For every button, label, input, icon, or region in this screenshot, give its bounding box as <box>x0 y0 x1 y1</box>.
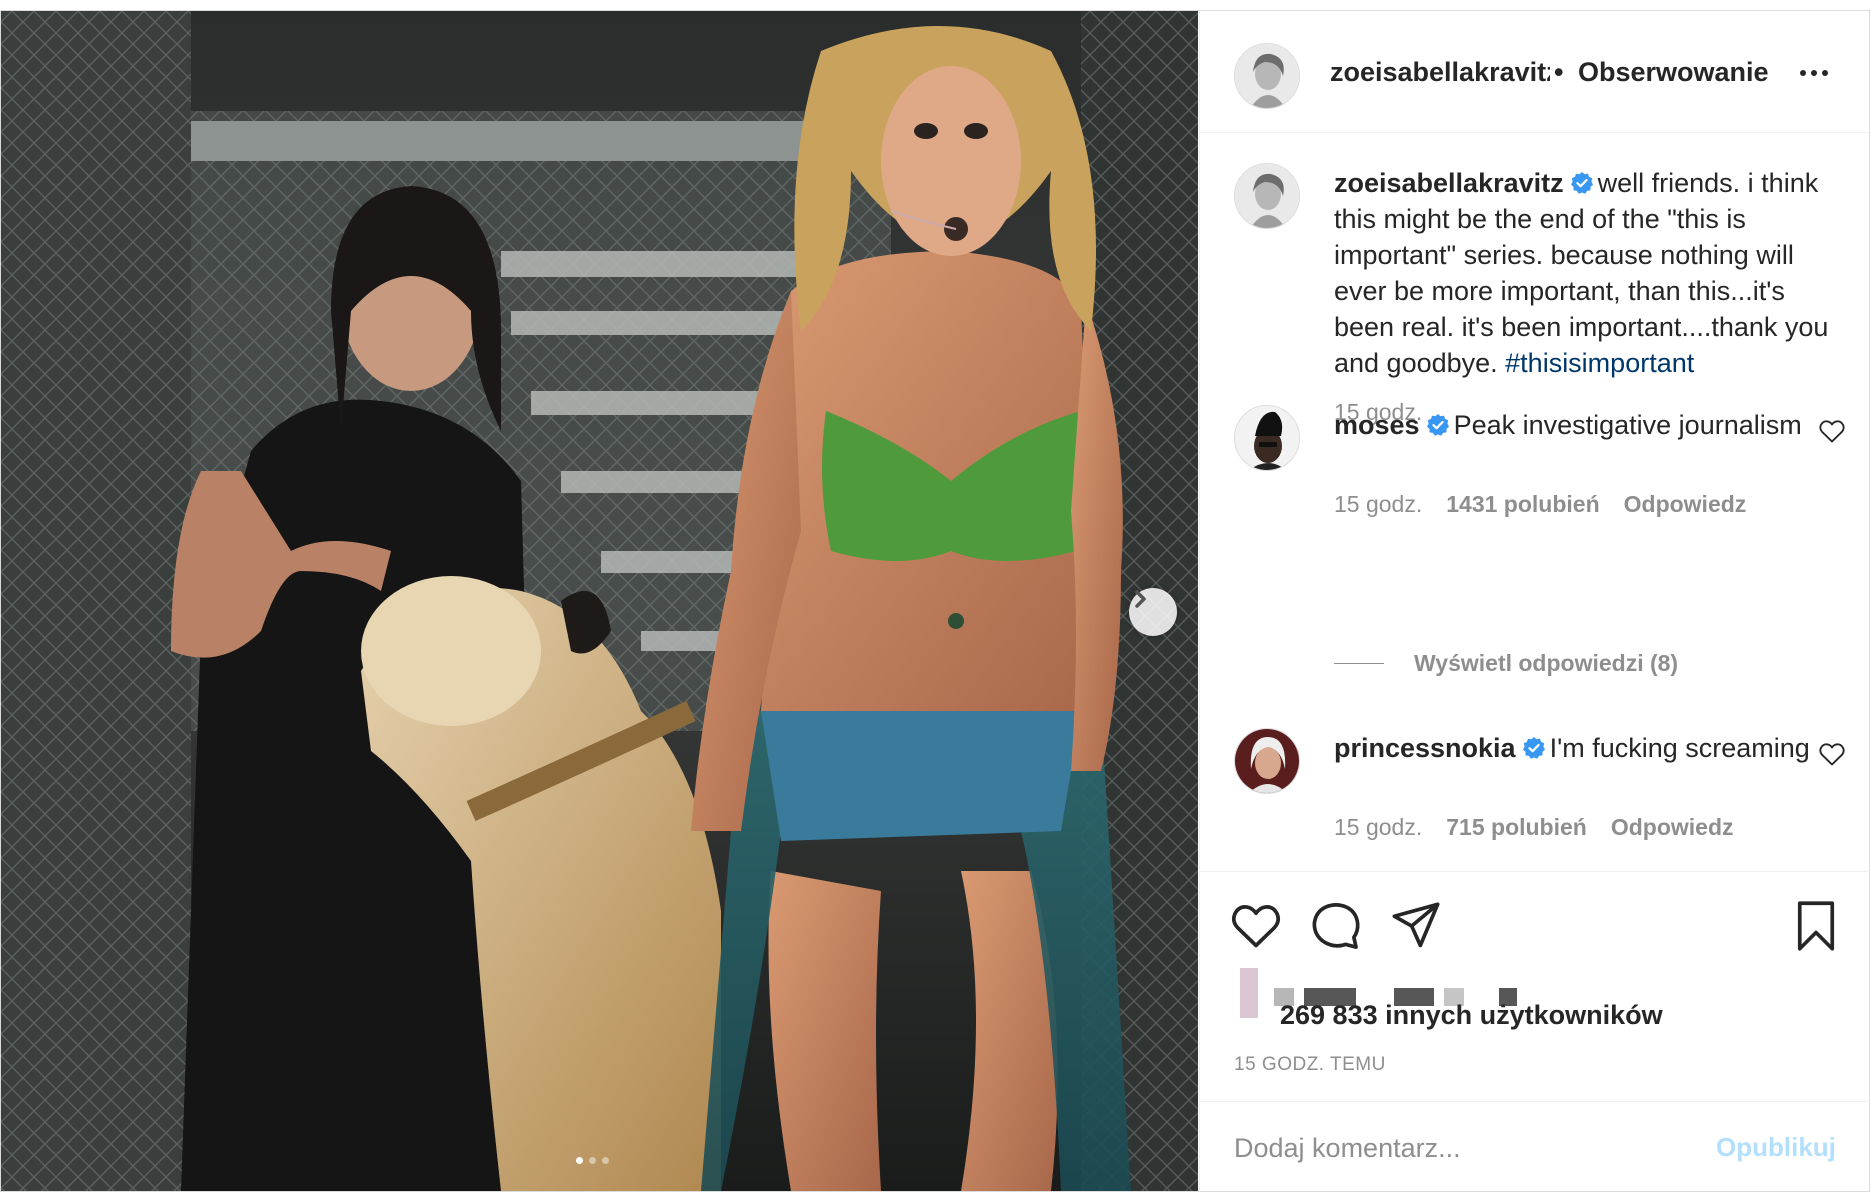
bookmark-icon[interactable] <box>1790 900 1842 952</box>
comment-username[interactable]: moses <box>1334 410 1420 440</box>
carousel-dot <box>602 1157 609 1164</box>
post-header: zoeisabellakravitz • Obserwowanie <box>1200 11 1869 133</box>
publish-button[interactable]: Opublikuj <box>1716 1132 1836 1163</box>
dot-icon <box>1800 70 1806 76</box>
post-window: zoeisabellakravitz • Obserwowanie zoeisa… <box>0 10 1870 1192</box>
view-replies-button[interactable]: Wyświetl odpowiedzi (8) <box>1334 650 1678 677</box>
comment-time[interactable]: 15 godz. <box>1334 814 1422 841</box>
caption-body: zoeisabellakravitz well friends. i think … <box>1334 165 1834 381</box>
share-icon[interactable] <box>1390 900 1442 952</box>
comment-body: princessnokia I'm fucking screaming <box>1334 730 1834 766</box>
post-photo[interactable] <box>1 11 1198 1191</box>
header-separator: • <box>1554 57 1564 87</box>
like-comment-heart-icon[interactable] <box>1818 417 1846 445</box>
blurred-avatar <box>1240 968 1258 1018</box>
avatar[interactable] <box>1234 405 1300 471</box>
dot-icon <box>1822 70 1828 76</box>
post-timestamp: 15 GODZ. TEMU <box>1234 1054 1386 1075</box>
verified-badge-icon <box>1570 172 1593 194</box>
comment-body: moses Peak investigative journalism <box>1334 407 1834 443</box>
comment-likes[interactable]: 1431 polubień <box>1446 491 1599 518</box>
post-side-panel: zoeisabellakravitz • Obserwowanie zoeisa… <box>1199 11 1870 1191</box>
caption-text: well friends. i think this might be the … <box>1334 168 1829 378</box>
following-button[interactable]: Obserwowanie <box>1578 57 1769 88</box>
like-comment-heart-icon[interactable] <box>1818 740 1846 768</box>
comment-text: Peak investigative journalism <box>1453 410 1802 440</box>
comment-icon[interactable] <box>1310 900 1362 952</box>
comment-username[interactable]: princessnokia <box>1334 733 1516 763</box>
chevron-right-icon <box>1135 590 1146 608</box>
carousel-dot <box>589 1157 596 1164</box>
carousel-dot <box>576 1157 583 1164</box>
comments-list: zoeisabellakravitz well friends. i think … <box>1200 133 1870 871</box>
profile-avatar-icon <box>1235 164 1299 228</box>
add-comment-bar: Opublikuj <box>1200 1101 1870 1191</box>
hashtag-link[interactable]: #thisisimportant <box>1505 348 1694 378</box>
comment-likes[interactable]: 715 polubień <box>1446 814 1587 841</box>
comment-time[interactable]: 15 godz. <box>1334 491 1422 518</box>
avatar[interactable] <box>1234 163 1300 229</box>
profile-avatar-icon <box>1235 44 1299 108</box>
post-actions: 269 833 innych użytkowników 15 GODZ. TEM… <box>1200 871 1870 1101</box>
view-replies-label: Wyświetl odpowiedzi (8) <box>1414 650 1679 676</box>
carousel-indicator <box>576 1157 609 1164</box>
commenter-avatar-icon <box>1235 729 1299 793</box>
like-heart-icon[interactable] <box>1230 900 1282 952</box>
comment-meta: 15 godz. 715 polubień Odpowiedz <box>1334 814 1734 841</box>
next-photo-button[interactable] <box>1129 588 1177 636</box>
caption-username[interactable]: zoeisabellakravitz <box>1334 168 1564 198</box>
photo-illustration <box>1 11 1198 1191</box>
reply-button[interactable]: Odpowiedz <box>1611 814 1734 841</box>
dot-icon <box>1811 70 1817 76</box>
comment-meta: 15 godz. 1431 polubień Odpowiedz <box>1334 491 1746 518</box>
more-options-icon[interactable] <box>1794 61 1834 85</box>
replies-divider <box>1334 663 1384 664</box>
commenter-avatar-icon <box>1235 406 1299 470</box>
comment-text: I'm fucking screaming <box>1549 733 1810 763</box>
reply-button[interactable]: Odpowiedz <box>1624 491 1747 518</box>
verified-badge-icon <box>1426 414 1449 436</box>
verified-badge-icon <box>1522 737 1545 759</box>
post-author-username[interactable]: zoeisabellakravitz <box>1330 57 1550 88</box>
likes-count[interactable]: 269 833 innych użytkowników <box>1280 1000 1663 1031</box>
avatar[interactable] <box>1234 43 1300 109</box>
comment-input[interactable] <box>1234 1130 1674 1166</box>
avatar[interactable] <box>1234 728 1300 794</box>
